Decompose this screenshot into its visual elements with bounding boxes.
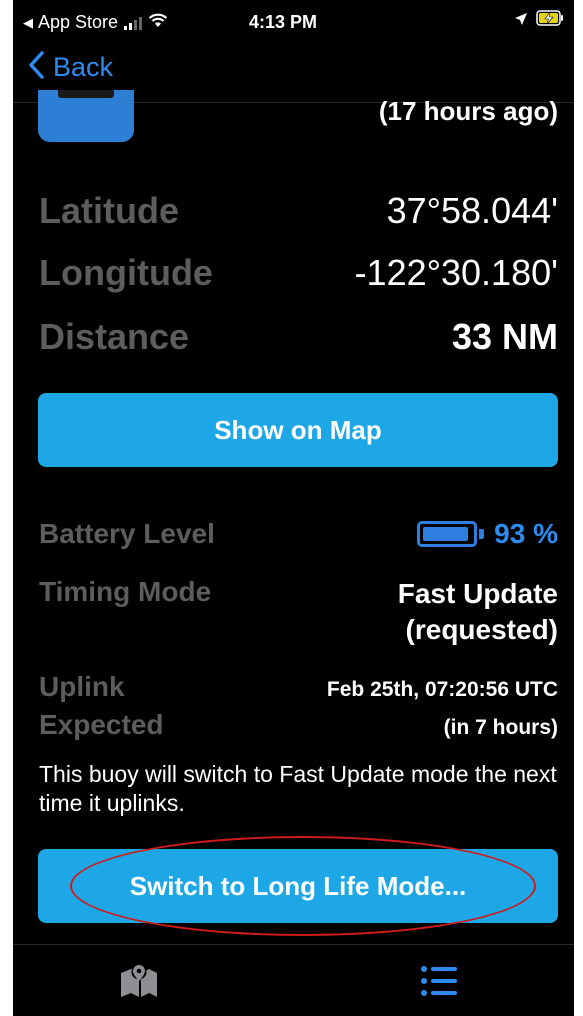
battery-level-icon	[417, 521, 478, 547]
distance-label: Distance	[39, 316, 190, 357]
status-left: ◀ App Store	[23, 12, 168, 33]
timing-mode-label: Timing Mode	[39, 576, 212, 607]
chevron-left-icon	[27, 50, 45, 85]
uplink-label-line1: Uplink	[39, 671, 125, 702]
uplink-expected-value: Feb 25th, 07:20:56 UTC (in 7 hours)	[327, 671, 558, 747]
switch-to-long-life-button[interactable]: Switch to Long Life Mode...	[38, 849, 558, 923]
battery-row: Battery Level 93 %	[39, 518, 558, 550]
longitude-label: Longitude	[39, 252, 213, 293]
status-right	[514, 10, 564, 31]
uplink-value-line2: (in 7 hours)	[443, 716, 558, 739]
location-arrow-icon	[514, 10, 528, 31]
uplink-label-line2: Expected	[39, 709, 164, 740]
status-time: 4:13 PM	[249, 12, 318, 32]
longitude-row: Longitude -122°30.180'	[39, 252, 558, 294]
battery-fill	[423, 527, 468, 541]
battery-cap	[479, 529, 485, 539]
buoy-icon	[38, 90, 134, 142]
tab-bar	[13, 944, 574, 1016]
fast-update-note: This buoy will switch to Fast Update mod…	[39, 761, 557, 816]
distance-value: 33 NM	[451, 316, 558, 357]
tab-list[interactable]	[419, 963, 459, 1004]
latitude-row: Latitude 37°58.044'	[39, 190, 558, 232]
longitude-value: -122°30.180'	[354, 252, 558, 293]
map-icon	[119, 964, 159, 1003]
uplink-expected-label: Uplink Expected	[39, 668, 164, 744]
battery-charging-icon	[536, 10, 564, 31]
battery-indicator: 93 %	[417, 518, 558, 550]
timing-mode-value: Fast Update (requested)	[398, 576, 558, 648]
updated-ago-text: (17 hours ago)	[378, 96, 558, 126]
back-label: Back	[53, 52, 114, 82]
uplink-row: Uplink Expected Feb 25th, 07:20:56 UTC (…	[39, 668, 558, 747]
list-icon	[419, 966, 459, 1003]
back-to-app-icon[interactable]: ◀	[23, 15, 33, 31]
latitude-value: 37°58.044'	[386, 190, 558, 231]
timing-mode-row: Timing Mode Fast Update (requested)	[39, 576, 558, 648]
phone-screen: ◀ App Store 4:13 PM Back (17 hours ago) …	[13, 0, 574, 1016]
tab-map[interactable]	[119, 963, 159, 1004]
show-on-map-button[interactable]: Show on Map	[38, 393, 558, 467]
timing-mode-value-line2: (requested)	[405, 614, 558, 645]
wifi-icon	[148, 12, 168, 33]
battery-level-label: Battery Level	[39, 518, 215, 549]
carrier-label[interactable]: App Store	[38, 12, 118, 33]
latitude-label: Latitude	[39, 190, 179, 231]
status-bar: ◀ App Store 4:13 PM	[13, 0, 574, 44]
signal-icon	[124, 16, 143, 30]
back-button[interactable]: Back	[27, 50, 113, 85]
uplink-value-line1: Feb 25th, 07:20:56 UTC	[326, 678, 558, 701]
timing-mode-value-line1: Fast Update	[397, 578, 558, 609]
battery-percent: 93 %	[494, 518, 558, 549]
distance-row: Distance 33 NM	[39, 316, 558, 358]
